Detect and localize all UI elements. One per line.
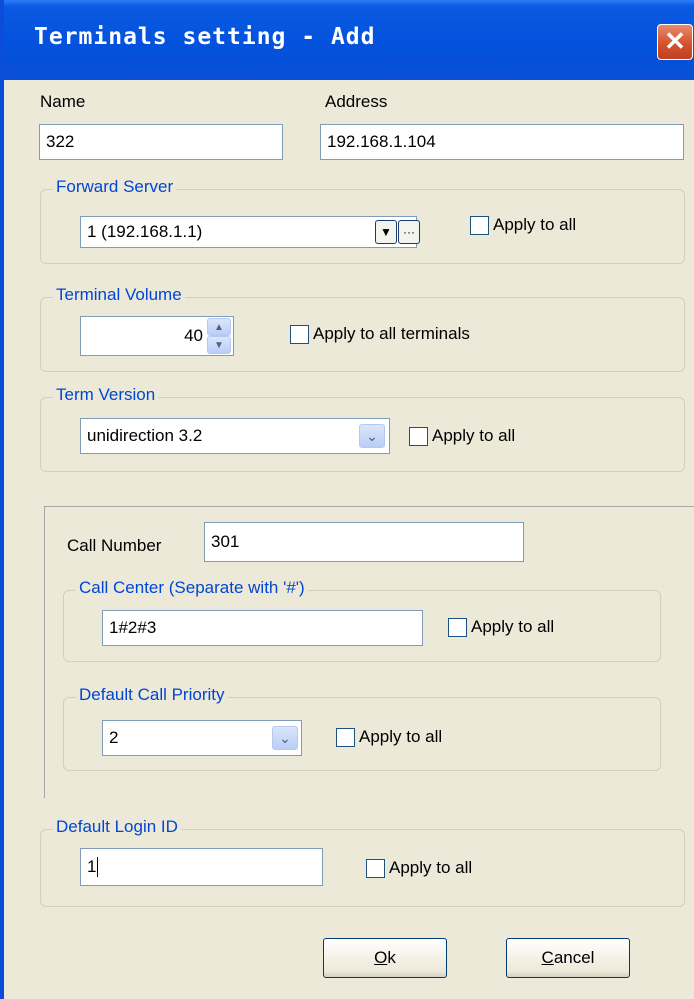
checkbox-icon [290, 324, 309, 344]
ok-mnemonic: O [374, 948, 388, 967]
call-center-apply-all-checkbox[interactable]: Apply to all [448, 617, 554, 637]
default-login-id-value: 1 [87, 857, 97, 876]
call-center-legend: Call Center (Separate with '#') [76, 578, 308, 598]
forward-server-dropdown-button[interactable]: ▼ [375, 220, 397, 244]
terminal-volume-legend: Terminal Volume [53, 285, 185, 305]
cancel-label-rest: ancel [553, 948, 595, 967]
term-version-apply-all-label: Apply to all [432, 426, 516, 445]
call-number-value: 301 [211, 532, 240, 551]
chevron-down-icon: ▼ [380, 225, 392, 239]
ok-button-label: Ok [374, 948, 396, 968]
chevron-up-icon: ▲ [214, 321, 224, 333]
checkbox-icon [409, 426, 428, 446]
name-value: 322 [46, 132, 75, 151]
default-login-id-input[interactable]: 1 [80, 848, 323, 886]
default-login-id-apply-all-label: Apply to all [389, 858, 473, 877]
default-call-priority-apply-all-checkbox[interactable]: Apply to all [336, 727, 442, 747]
call-number-label: Call Number [67, 536, 162, 555]
term-version-dropdown-button[interactable]: ⌄ [359, 424, 385, 448]
term-version-select[interactable]: unidirection 3.2 [80, 418, 390, 454]
checkbox-icon [470, 215, 489, 235]
cancel-button-label: Cancel [542, 948, 595, 968]
call-center-value: 1#2#3 [109, 618, 157, 637]
forward-server-apply-all-checkbox[interactable]: Apply to all [470, 215, 576, 235]
chevron-down-icon: ⌄ [366, 427, 378, 444]
checkbox-icon [448, 617, 467, 637]
ellipsis-icon: ··· [403, 225, 415, 239]
window-title: Terminals setting - Add [34, 24, 376, 50]
ok-button[interactable]: Ok [323, 938, 447, 978]
checkbox-icon [336, 727, 355, 747]
default-call-priority-legend: Default Call Priority [76, 685, 228, 705]
address-value: 192.168.1.104 [327, 132, 436, 151]
title-bar[interactable]: Terminals setting - Add ✕ [4, 0, 694, 80]
name-label: Name [40, 92, 86, 111]
cancel-mnemonic: C [541, 948, 554, 967]
default-login-id-apply-all-checkbox[interactable]: Apply to all [366, 858, 472, 878]
close-button[interactable]: ✕ [657, 24, 693, 60]
name-input[interactable]: 322 [39, 124, 283, 160]
call-center-apply-all-label: Apply to all [471, 617, 555, 636]
call-number-input[interactable]: 301 [204, 522, 524, 562]
address-label: Address [325, 92, 388, 111]
volume-down-button[interactable]: ▼ [207, 336, 231, 354]
term-version-apply-all-checkbox[interactable]: Apply to all [409, 426, 515, 446]
default-login-id-legend: Default Login ID [53, 817, 181, 837]
terminal-volume-value: 40 [184, 326, 203, 345]
term-version-legend: Term Version [53, 385, 159, 405]
text-cursor [97, 857, 99, 877]
terminal-volume-apply-all-checkbox[interactable]: Apply to all terminals [290, 324, 470, 344]
dialog-window: Terminals setting - Add ✕ Name 322 Addre… [0, 0, 694, 999]
terminal-volume-apply-all-label: Apply to all terminals [313, 324, 470, 343]
cancel-button[interactable]: Cancel [506, 938, 630, 978]
default-call-priority-dropdown-button[interactable]: ⌄ [272, 726, 298, 750]
forward-server-apply-all-label: Apply to all [493, 215, 577, 234]
forward-server-legend: Forward Server [53, 177, 177, 197]
address-input[interactable]: 192.168.1.104 [320, 124, 684, 160]
call-center-input[interactable]: 1#2#3 [102, 610, 423, 646]
volume-up-button[interactable]: ▲ [207, 318, 231, 336]
default-call-priority-apply-all-label: Apply to all [359, 727, 443, 746]
forward-server-value: 1 (192.168.1.1) [87, 222, 203, 241]
checkbox-icon [366, 858, 385, 878]
default-call-priority-value: 2 [109, 728, 119, 747]
term-version-value: unidirection 3.2 [87, 426, 203, 445]
chevron-down-icon: ▼ [214, 339, 224, 351]
forward-server-browse-button[interactable]: ··· [398, 220, 420, 244]
ok-label-rest: k [387, 948, 396, 967]
forward-server-select[interactable]: 1 (192.168.1.1) [80, 216, 417, 248]
chevron-down-icon: ⌄ [279, 729, 291, 746]
